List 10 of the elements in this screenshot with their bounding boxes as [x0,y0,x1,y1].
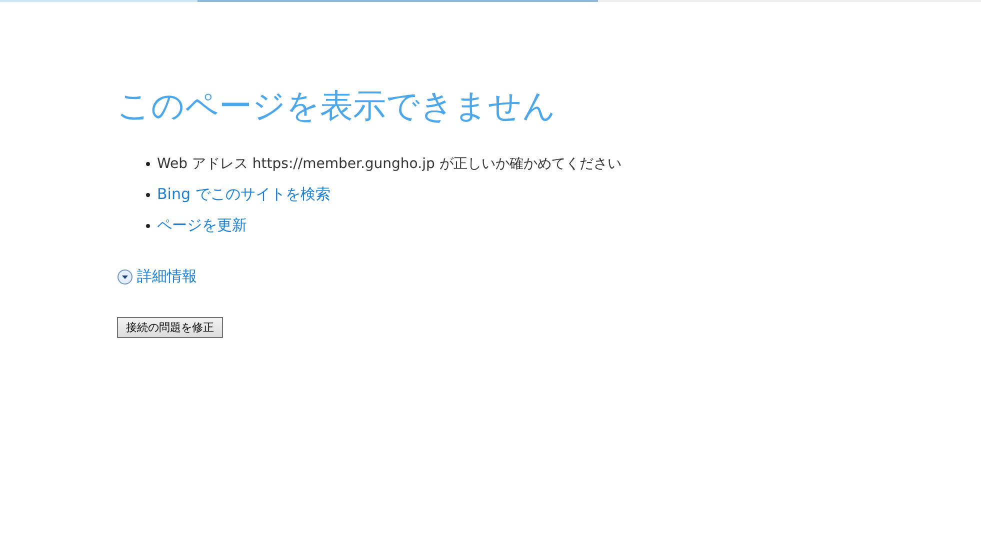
suggestion-text: Web アドレス https://member.gungho.jp が正しいか確かめてください [157,154,622,172]
bullet-icon [146,192,150,196]
bullet-icon [146,162,150,166]
expand-icon[interactable] [117,268,133,284]
suggestion-link[interactable]: ページを更新 [157,216,247,235]
error-title: このページを表示できません [117,85,557,127]
fix-connection-button[interactable]: 接続の問題を修正 [117,317,223,338]
suggestion-link[interactable]: Bing でこのサイトを検索 [157,185,330,204]
bullet-icon [146,224,150,228]
details-link[interactable]: 詳細情報 [137,267,197,286]
